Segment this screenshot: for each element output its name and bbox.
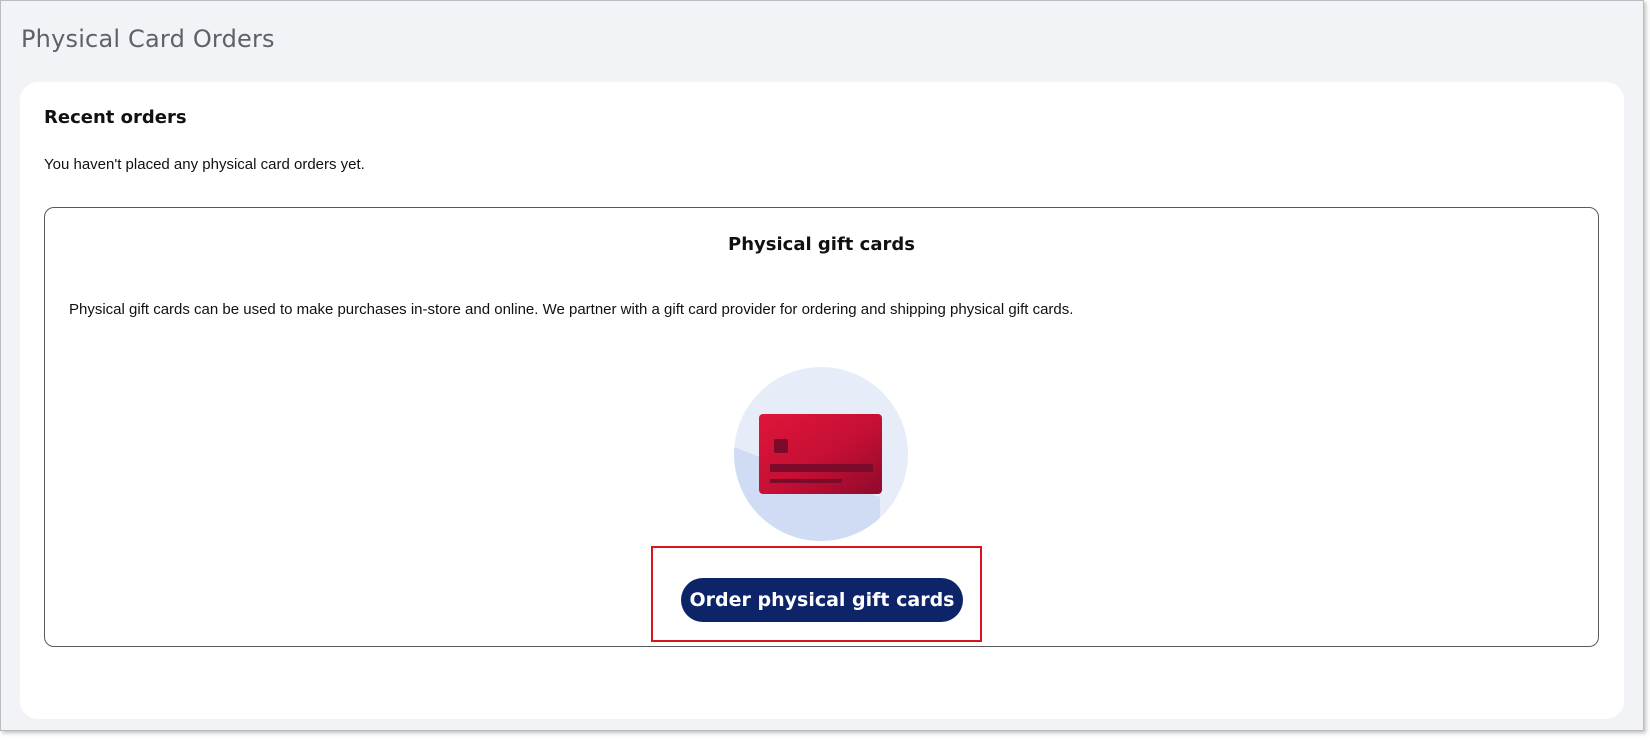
empty-orders-message: You haven't placed any physical card ord… bbox=[44, 156, 365, 173]
recent-orders-heading: Recent orders bbox=[44, 107, 187, 128]
physical-gift-cards-title: Physical gift cards bbox=[728, 234, 915, 255]
recent-orders-panel: Recent orders You haven't placed any phy… bbox=[20, 82, 1624, 719]
physical-gift-cards-box: Physical gift cards Physical gift cards … bbox=[44, 207, 1599, 647]
order-physical-gift-cards-button[interactable]: Order physical gift cards bbox=[681, 578, 963, 622]
page-title: Physical Card Orders bbox=[21, 25, 275, 53]
credit-card-icon bbox=[734, 367, 908, 541]
app-window: Physical Card Orders Recent orders You h… bbox=[0, 0, 1644, 731]
physical-gift-cards-description: Physical gift cards can be used to make … bbox=[69, 301, 1074, 318]
